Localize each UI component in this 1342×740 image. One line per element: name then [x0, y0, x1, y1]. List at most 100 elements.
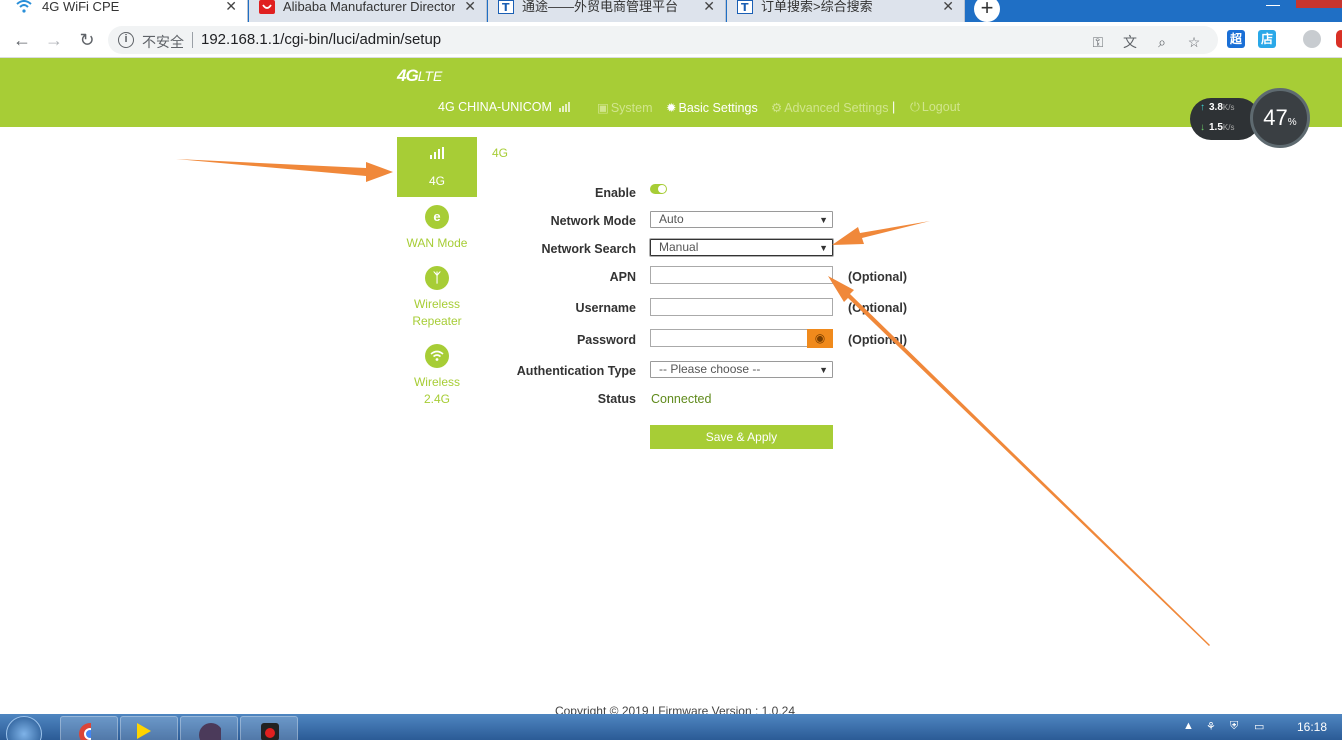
password-optional-hint: (Optional) [848, 333, 908, 347]
select-value: Manual [659, 240, 699, 254]
speed-unit: K/s [1222, 123, 1235, 132]
save-apply-button[interactable]: Save & Apply [650, 425, 833, 449]
section-tag: 4G [492, 146, 509, 160]
apn-label: APN [609, 270, 636, 284]
tray-expand-icon[interactable]: ▲ [1183, 720, 1194, 732]
memory-usage-gauge[interactable]: 47% [1250, 88, 1310, 148]
monitor-icon: ▣ [597, 101, 609, 115]
network-mode-select[interactable]: Auto ▼ [650, 211, 833, 228]
tray-network-icon[interactable]: ⚘ [1206, 720, 1216, 733]
annotation-arrow [832, 221, 930, 245]
security-label[interactable]: 不安全 [142, 32, 184, 52]
tongtu-icon: T [498, 0, 514, 14]
forward-icon[interactable]: → [42, 28, 66, 52]
network-search-label: Network Search [541, 242, 636, 256]
auth-type-label: Authentication Type [516, 364, 636, 378]
taskbar-clock[interactable]: 16:18 [1297, 720, 1327, 734]
show-password-icon[interactable]: ◉ [807, 329, 833, 348]
svg-text:T: T [502, 1, 510, 14]
nav-separator: | [892, 100, 896, 114]
upload-arrow-icon: ↑ [1200, 102, 1205, 113]
enable-label: Enable [595, 186, 636, 200]
tab-close-icon[interactable]: ✕ [942, 0, 954, 13]
enable-toggle[interactable] [650, 184, 667, 194]
minimize-icon[interactable] [1266, 0, 1280, 6]
upload-speed: 3.8 [1209, 102, 1223, 113]
tray-monitor-icon[interactable]: ▭ [1254, 720, 1264, 733]
browser-tab[interactable]: Alibaba Manufacturer Director ✕ [249, 0, 487, 22]
browser-tab[interactable]: T 通途——外贸电商管理平台 ✕ [488, 0, 726, 22]
alibaba-icon [259, 0, 275, 14]
download-arrow-icon: ↓ [1200, 122, 1205, 133]
reload-icon[interactable]: ↻ [75, 28, 99, 52]
browser-tab[interactable]: 4G WiFi CPE ✕ [0, 0, 248, 22]
network-search-select[interactable]: Manual ▼ [650, 239, 833, 256]
taskbar-chrome-icon[interactable] [60, 716, 118, 740]
taskbar-media-player-icon[interactable] [120, 716, 178, 740]
carrier-info: 4G CHINA-UNICOM [438, 100, 571, 114]
tab-close-icon[interactable]: ✕ [464, 0, 476, 13]
speed-unit: K/s [1222, 103, 1235, 112]
router-header: 4GLTE 4G CHINA-UNICOM ▣ System ✹ Basic Set… [0, 58, 1342, 127]
info-icon[interactable]: i [118, 32, 134, 48]
browser-tab-strip: 4G WiFi CPE ✕ Alibaba Manufacturer Direc… [0, 0, 1342, 22]
start-button[interactable] [6, 716, 42, 740]
zoom-icon[interactable]: ⌕ [1154, 34, 1170, 50]
profile-avatar-icon[interactable] [1303, 30, 1321, 48]
extension-icon[interactable]: 超 [1227, 30, 1245, 48]
browser-tab[interactable]: T 订单搜索>综合搜索 ✕ [727, 0, 965, 22]
gears-icon: ⚙ [771, 101, 783, 115]
update-icon[interactable] [1336, 30, 1342, 48]
nav-system[interactable]: ▣ System [597, 100, 653, 115]
windows-taskbar: ▲ ⚘ ⛨ ▭ 16:18 [0, 714, 1342, 740]
key-icon[interactable]: ⚿ [1090, 34, 1106, 50]
nav-basic-settings[interactable]: ✹ Basic Settings [666, 100, 758, 115]
tab-title: Alibaba Manufacturer Director [283, 0, 455, 14]
star-icon[interactable]: ☆ [1186, 34, 1202, 50]
select-value: -- Please choose -- [659, 362, 761, 376]
address-bar[interactable]: i 不安全 192.168.1.1/cgi-bin/luci/admin/set… [108, 26, 1218, 54]
nav-label: System [610, 101, 653, 115]
extension-icon[interactable]: 店 [1258, 30, 1276, 48]
annotation-arrow [176, 159, 393, 182]
logo-main: 4G [397, 66, 419, 85]
password-input[interactable] [650, 329, 808, 347]
url-text[interactable]: 192.168.1.1/cgi-bin/luci/admin/setup [201, 31, 441, 48]
username-label: Username [575, 301, 636, 315]
apn-input[interactable] [650, 266, 833, 284]
window-close-button[interactable] [1296, 0, 1342, 8]
tongtu-icon: T [737, 0, 753, 14]
chevron-down-icon: ▼ [819, 365, 828, 375]
back-icon[interactable]: ← [10, 28, 34, 52]
logo: 4GLTE [397, 66, 442, 86]
username-input[interactable] [650, 298, 833, 316]
power-icon: ⏻ [910, 100, 920, 114]
status-value: Connected [651, 392, 712, 406]
carrier-name: 4G CHINA-UNICOM [438, 100, 552, 114]
network-mode-label: Network Mode [550, 214, 636, 228]
percent-sign: % [1287, 117, 1297, 128]
translate-icon[interactable]: 文 [1122, 34, 1138, 50]
nav-label: Basic Settings [678, 101, 758, 115]
download-speed: 1.5 [1209, 122, 1223, 133]
nav-advanced-settings[interactable]: ⚙ Advanced Settings [771, 100, 888, 115]
tab-title: 订单搜索>综合搜索 [761, 0, 873, 14]
chevron-down-icon: ▼ [819, 215, 828, 225]
chevron-down-icon: ▼ [819, 243, 828, 253]
nav-label: Advanced Settings [784, 101, 889, 115]
taskbar-recorder-icon[interactable] [240, 716, 298, 740]
tab-close-icon[interactable]: ✕ [703, 0, 715, 13]
svg-text:T: T [741, 1, 749, 14]
new-tab-button[interactable]: + [974, 0, 1000, 22]
annotation-arrow [828, 276, 1210, 646]
taskbar-app-icon[interactable] [180, 716, 238, 740]
tab-title: 通途——外贸电商管理平台 [522, 0, 679, 14]
usage-percent: 47 [1263, 105, 1288, 130]
nav-label: Logout [921, 100, 961, 114]
nav-logout[interactable]: ⏻ Logout [910, 100, 960, 115]
tab-close-icon[interactable]: ✕ [225, 0, 237, 13]
status-label: Status [597, 392, 636, 406]
auth-type-select[interactable]: -- Please choose -- ▼ [650, 361, 833, 378]
tray-security-icon[interactable]: ⛨ [1230, 720, 1238, 733]
wifi-icon [16, 0, 32, 13]
